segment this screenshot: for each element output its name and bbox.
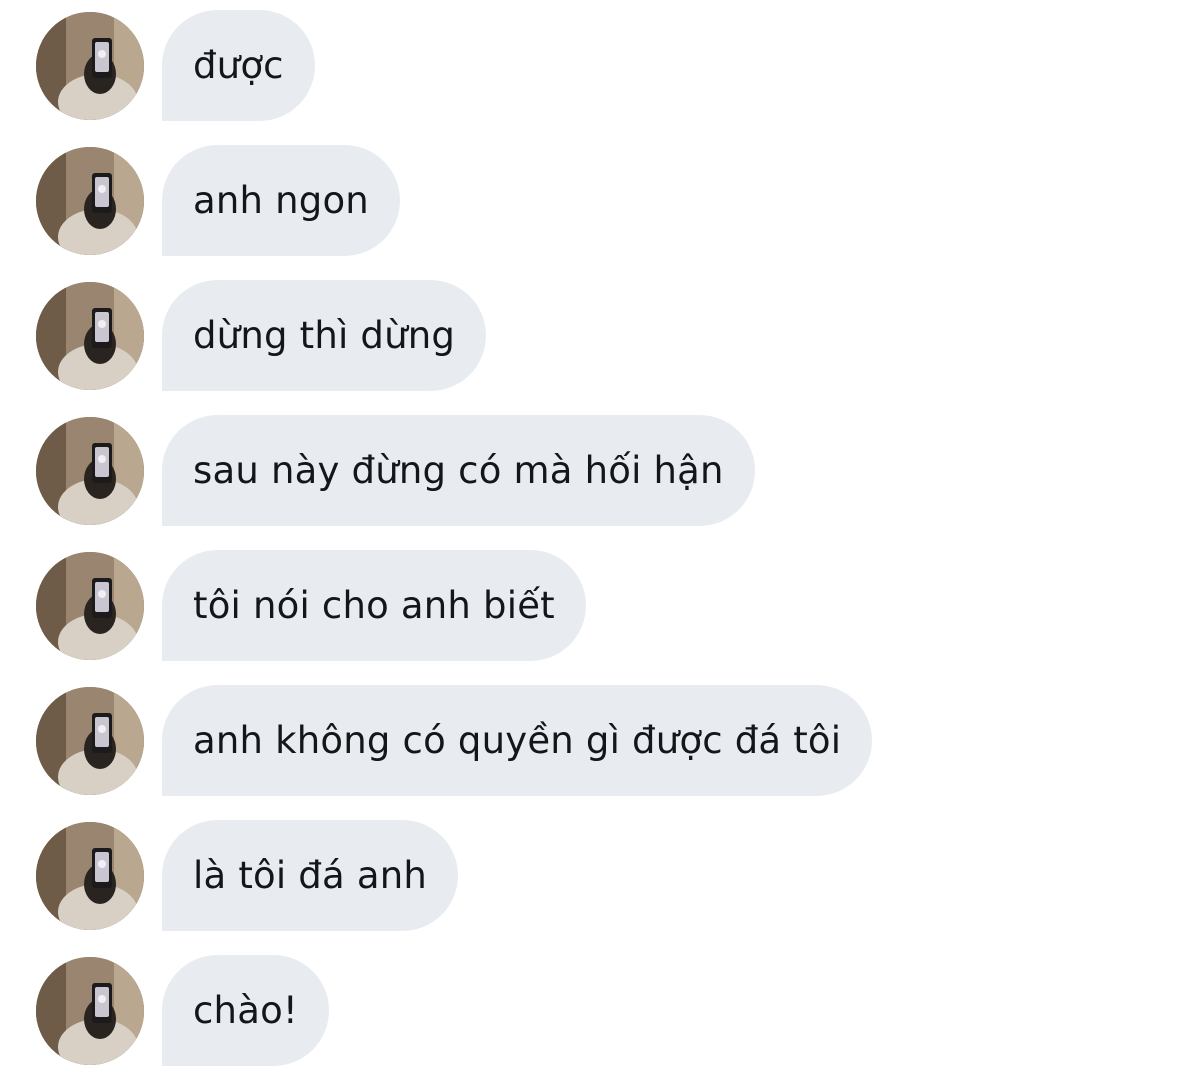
profile-photo-icon [36, 147, 144, 255]
message-row: chào! [0, 955, 1179, 1066]
profile-photo-icon [36, 822, 144, 930]
message-bubble[interactable]: được [162, 10, 315, 121]
profile-photo-icon [36, 957, 144, 1065]
message-text: sau này đừng có mà hối hận [193, 449, 724, 492]
message-text: là tôi đá anh [193, 854, 427, 897]
profile-photo-icon [36, 417, 144, 525]
avatar[interactable] [36, 687, 144, 795]
avatar[interactable] [36, 552, 144, 660]
message-row: sau này đừng có mà hối hận [0, 415, 1179, 526]
message-text: được [193, 44, 284, 87]
profile-photo-icon [36, 12, 144, 120]
message-bubble[interactable]: anh ngon [162, 145, 400, 256]
profile-photo-icon [36, 687, 144, 795]
message-row: được [0, 10, 1179, 121]
avatar[interactable] [36, 822, 144, 930]
profile-photo-icon [36, 282, 144, 390]
avatar[interactable] [36, 12, 144, 120]
avatar[interactable] [36, 417, 144, 525]
avatar[interactable] [36, 282, 144, 390]
message-row: anh ngon [0, 145, 1179, 256]
message-row: anh không có quyền gì được đá tôi [0, 685, 1179, 796]
message-text: dừng thì dừng [193, 314, 456, 357]
message-text: anh không có quyền gì được đá tôi [193, 719, 842, 762]
message-bubble[interactable]: sau này đừng có mà hối hận [162, 415, 755, 526]
message-row: dừng thì dừng [0, 280, 1179, 391]
message-bubble[interactable]: tôi nói cho anh biết [162, 550, 586, 661]
avatar[interactable] [36, 957, 144, 1065]
message-bubble[interactable]: chào! [162, 955, 329, 1066]
message-text: chào! [193, 989, 298, 1032]
avatar[interactable] [36, 147, 144, 255]
message-bubble[interactable]: dừng thì dừng [162, 280, 487, 391]
message-text: anh ngon [193, 179, 369, 222]
message-bubble[interactable]: là tôi đá anh [162, 820, 458, 931]
profile-photo-icon [36, 552, 144, 660]
message-row: là tôi đá anh [0, 820, 1179, 931]
message-thread: được anh ngon dừng thì dừng sau này đừng… [0, 10, 1179, 1090]
message-row: tôi nói cho anh biết [0, 550, 1179, 661]
message-text: tôi nói cho anh biết [193, 584, 555, 627]
message-bubble[interactable]: anh không có quyền gì được đá tôi [162, 685, 873, 796]
